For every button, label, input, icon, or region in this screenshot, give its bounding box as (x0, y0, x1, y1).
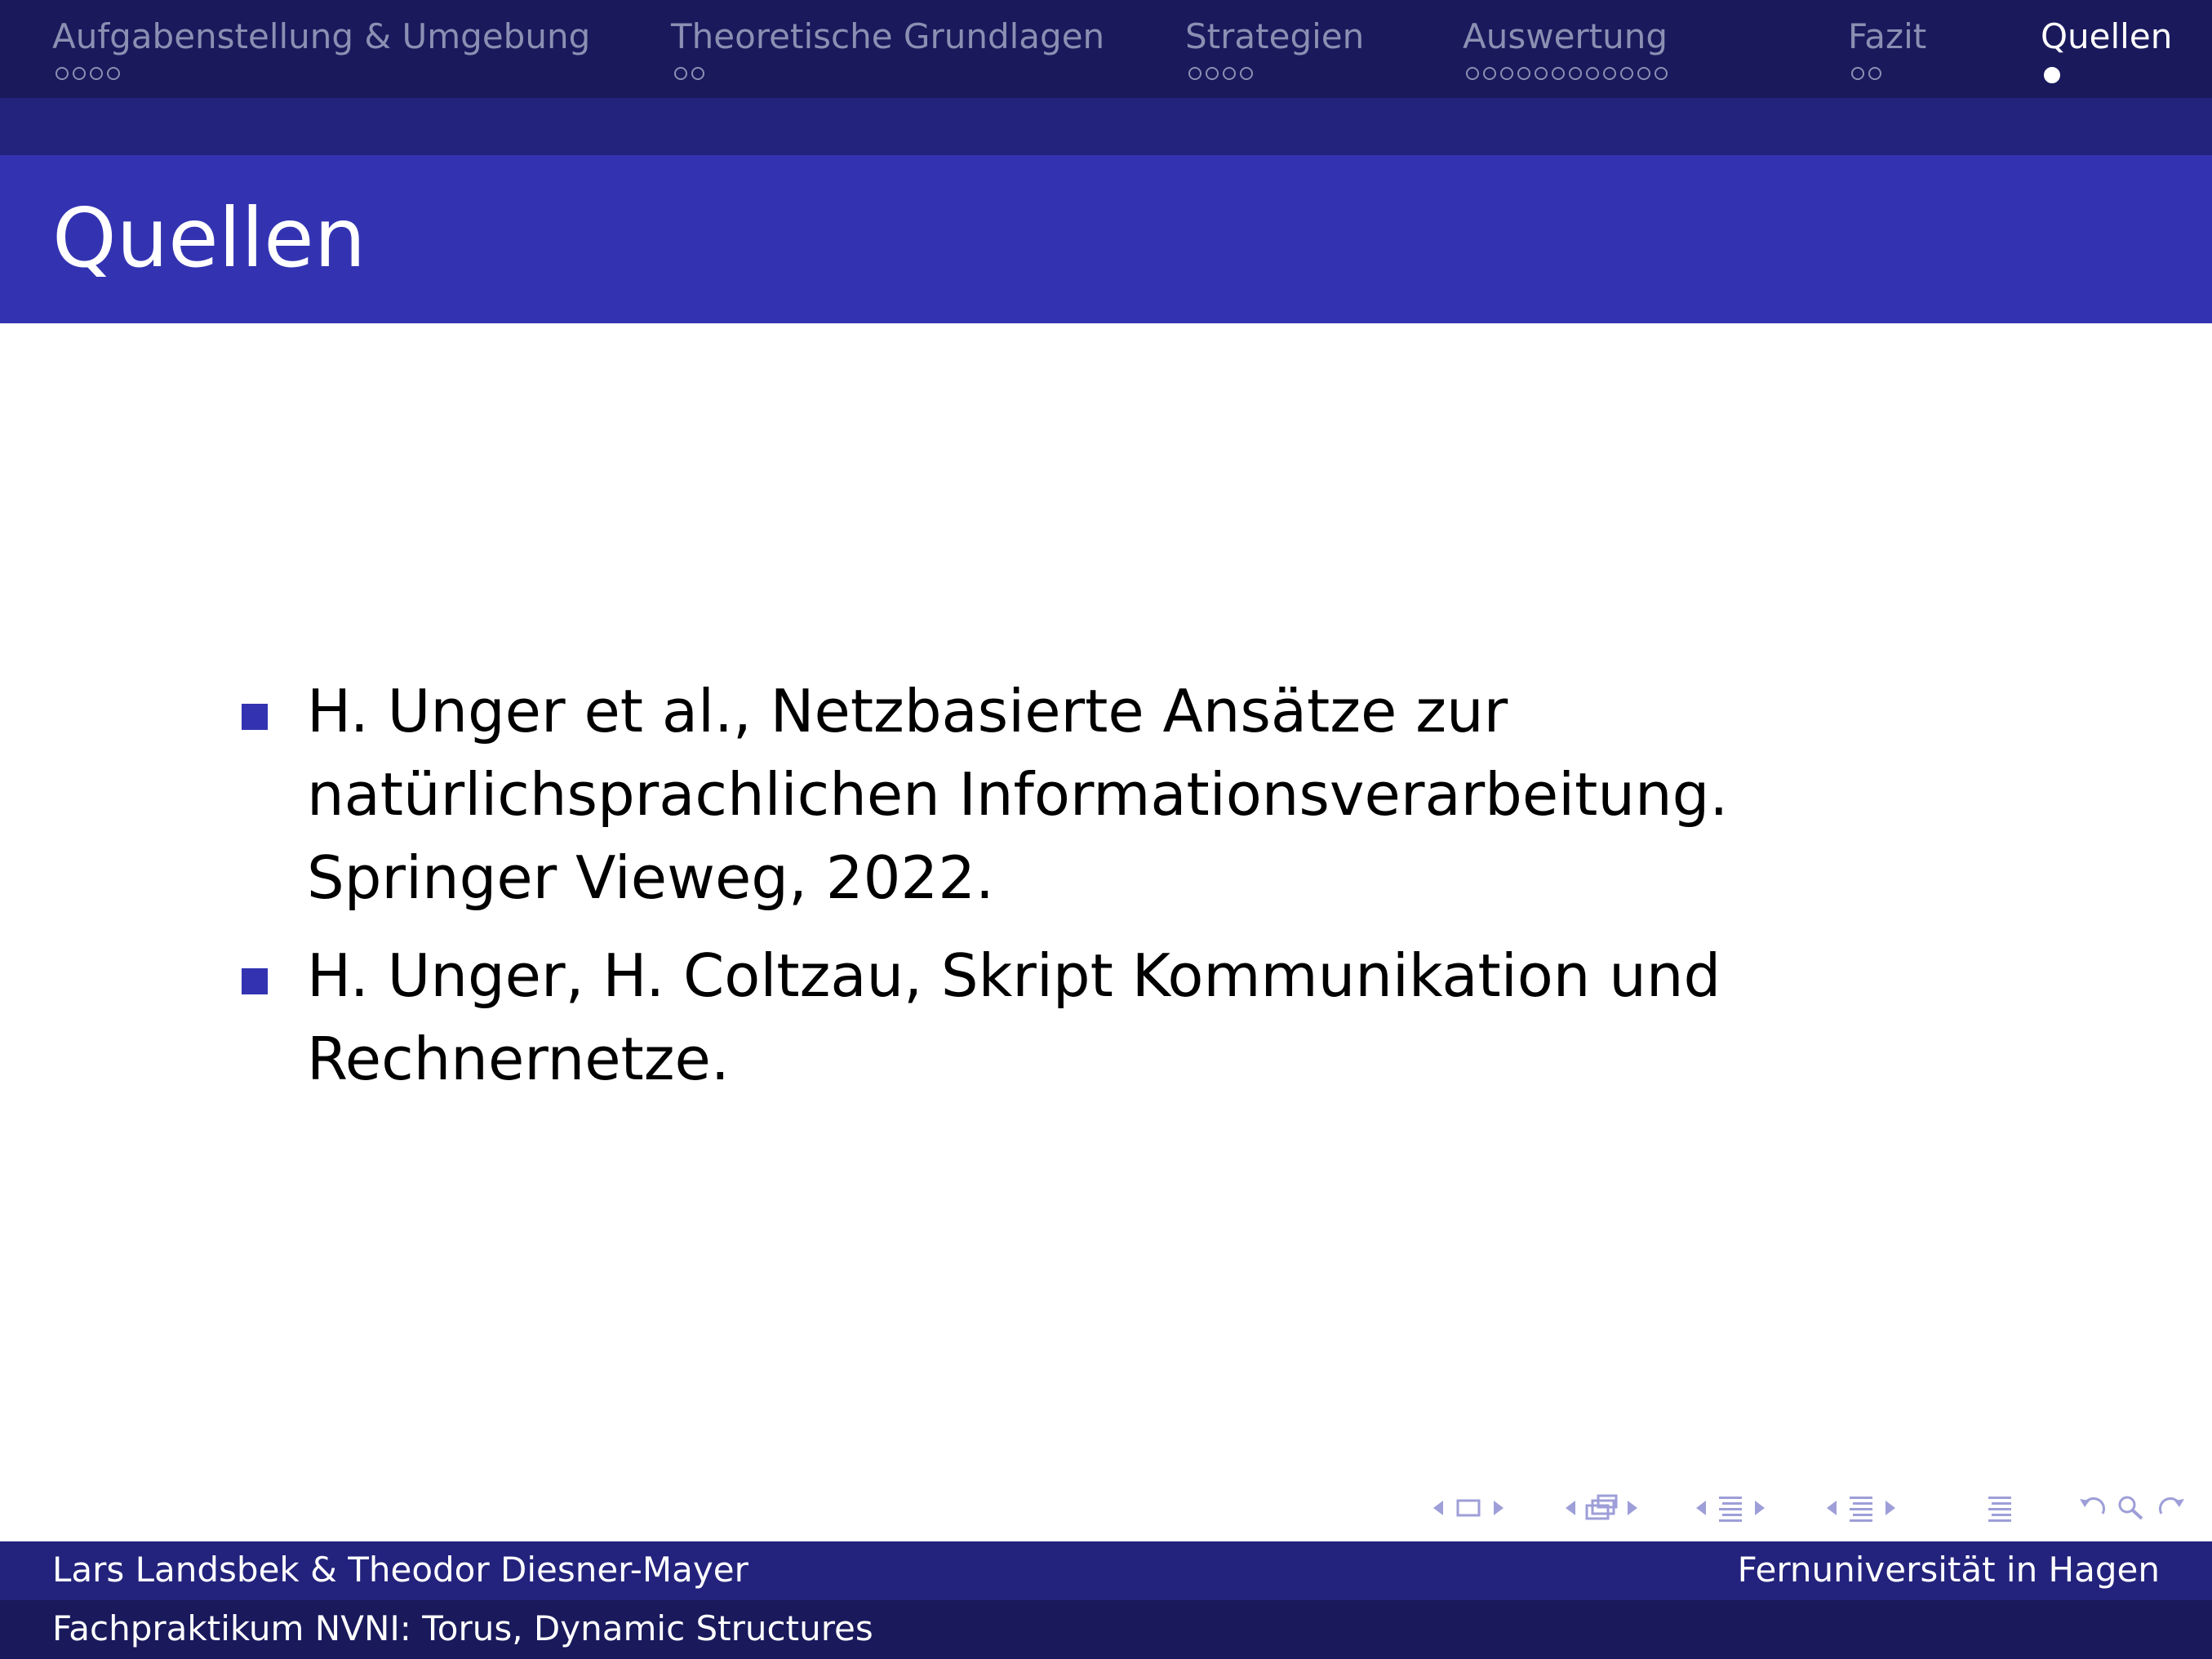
slide-dot-icon[interactable] (1620, 67, 1633, 80)
slide-dots (56, 67, 124, 83)
slide-dot-icon[interactable] (56, 67, 69, 80)
slide-dot-icon[interactable] (1552, 67, 1565, 80)
previous-document-arrow-icon[interactable] (1822, 1491, 1840, 1525)
nav-section-auswertung[interactable]: Auswertung (1463, 16, 1668, 80)
slide-dots (1851, 67, 1886, 83)
forward-icon[interactable] (2155, 1491, 2191, 1525)
next-document-arrow-icon[interactable] (1882, 1491, 1900, 1525)
frame-icon[interactable] (1453, 1491, 1486, 1525)
next-frame-arrow-icon[interactable] (1490, 1491, 1508, 1525)
slide-dot-icon[interactable] (1517, 67, 1530, 80)
nav-section-label: Quellen (2041, 16, 2173, 56)
slide-dot-icon[interactable] (1535, 67, 1548, 80)
nav-section-theoretische-grundlagen[interactable]: Theoretische Grundlagen (671, 16, 1105, 80)
slide-dots (1188, 67, 1257, 83)
slide-dot-icon[interactable] (1586, 67, 1599, 80)
slide-dot-icon[interactable] (674, 67, 687, 80)
nav-section-label: Theoretische Grundlagen (671, 16, 1105, 56)
reference-text: H. Unger et al., Netzbasierte Ansätze zu… (307, 677, 1729, 912)
slide-dot-icon[interactable] (691, 67, 704, 80)
section-navigation: Aufgabenstellung & Umgebung Theoretische… (0, 0, 2212, 98)
nav-section-label: Aufgabenstellung & Umgebung (52, 16, 591, 56)
slide-dot-icon[interactable] (1483, 67, 1496, 80)
back-icon[interactable] (2073, 1491, 2109, 1525)
footer-course: Fachpraktikum NVNI: Torus, Dynamic Struc… (52, 1608, 873, 1648)
previous-subsection-arrow-icon[interactable] (1561, 1491, 1579, 1525)
nav-section-quellen[interactable]: Quellen (2041, 16, 2173, 83)
slide-dot-icon[interactable] (1655, 67, 1668, 80)
nav-section-label: Auswertung (1463, 16, 1668, 56)
slide-dot-icon[interactable] (1851, 67, 1864, 80)
footline-bottom: Fachpraktikum NVNI: Torus, Dynamic Struc… (0, 1600, 2212, 1659)
previous-section-arrow-icon[interactable] (1691, 1491, 1709, 1525)
next-subsection-arrow-icon[interactable] (1624, 1491, 1642, 1525)
square-bullet-icon (242, 968, 268, 994)
slide-dot-icon[interactable] (107, 67, 120, 80)
footer-authors: Lars Landsbek & Theodor Diesner-Mayer (52, 1550, 748, 1590)
document-icon[interactable] (1845, 1491, 1877, 1525)
slide-dot-icon[interactable] (1206, 67, 1219, 80)
subsection-icon[interactable] (1583, 1491, 1621, 1525)
section-icon[interactable] (1714, 1491, 1747, 1525)
search-icon[interactable] (2114, 1491, 2150, 1525)
slide-dot-icon[interactable] (1500, 67, 1513, 80)
slide-dots (674, 67, 708, 83)
slide-dot-icon[interactable] (1188, 67, 1201, 80)
slide-dot-icon[interactable] (90, 67, 103, 80)
square-bullet-icon (242, 704, 268, 730)
page-title: Quellen (52, 190, 366, 286)
previous-frame-arrow-icon[interactable] (1428, 1491, 1446, 1525)
slide-dots (2044, 67, 2064, 83)
nav-section-aufgabenstellung[interactable]: Aufgabenstellung & Umgebung (52, 16, 591, 80)
footer-institute: Fernuniversität in Hagen (1737, 1550, 2160, 1590)
footline-top: Lars Landsbek & Theodor Diesner-Mayer Fe… (0, 1541, 2212, 1600)
nav-section-label: Fazit (1848, 16, 1927, 56)
nav-section-label: Strategien (1185, 16, 1365, 56)
reference-text: H. Unger, H. Coltzau, Skript Kommunikati… (307, 941, 1721, 1093)
list-item: H. Unger et al., Netzbasierte Ansätze zu… (242, 669, 1939, 919)
current-slide-dot-icon[interactable] (2044, 67, 2060, 83)
slide-dots (1466, 67, 1672, 83)
slide-dot-icon[interactable] (1868, 67, 1881, 80)
slide-dot-icon[interactable] (1223, 67, 1236, 80)
nav-section-strategien[interactable]: Strategien (1185, 16, 1365, 80)
slide-dot-icon[interactable] (73, 67, 86, 80)
references-list: H. Unger et al., Netzbasierte Ansätze zu… (242, 669, 1939, 1115)
slide-dot-icon[interactable] (1603, 67, 1616, 80)
next-section-arrow-icon[interactable] (1752, 1491, 1770, 1525)
slide-dot-icon[interactable] (1569, 67, 1582, 80)
nav-section-fazit[interactable]: Fazit (1848, 16, 1927, 80)
appendix-icon[interactable] (1983, 1491, 2016, 1525)
slide-dot-icon[interactable] (1240, 67, 1253, 80)
subsection-bar (0, 98, 2212, 155)
slide-dot-icon[interactable] (1466, 67, 1479, 80)
slide-dot-icon[interactable] (1637, 67, 1650, 80)
list-item: H. Unger, H. Coltzau, Skript Kommunikati… (242, 934, 1939, 1101)
navigation-symbols (1428, 1491, 2196, 1525)
frame-title-bar: Quellen (0, 155, 2212, 323)
